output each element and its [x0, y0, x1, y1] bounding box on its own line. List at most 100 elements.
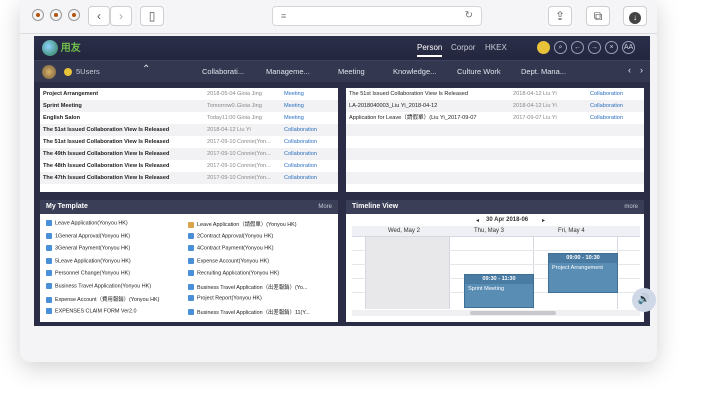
cell-title[interactable]: Application for Leave（請假單）(Liu Yi_2017-0… — [349, 112, 509, 124]
form-icon — [188, 257, 194, 264]
list-item[interactable]: The 47th Issued Collaboration View Is Re… — [40, 172, 338, 184]
form-icon — [46, 245, 52, 251]
nav-item-meeting[interactable]: Meeting — [338, 67, 365, 76]
minimize-window-icon[interactable] — [50, 9, 62, 21]
list-item[interactable]: English Salon Today11:00 Gioia Jing Meeting — [40, 112, 338, 124]
chevron-right-icon[interactable]: › — [640, 65, 643, 75]
nav-item-dept-management[interactable]: Dept. Mana... — [521, 67, 566, 76]
logo-icon — [42, 40, 58, 57]
template-item[interactable]: Business Travel Application(Yonyou HK) — [46, 282, 186, 289]
chevron-left-icon[interactable]: ‹ — [628, 65, 631, 75]
back-button[interactable]: ‹ — [88, 6, 110, 26]
cell-type: Collaboration — [590, 103, 623, 109]
cell-title[interactable]: The 49th Issued Collaboration View Is Re… — [43, 148, 203, 160]
list-item[interactable]: Application for Leave（請假單）(Liu Yi_2017-0… — [346, 112, 644, 124]
forward-icon[interactable]: → — [588, 41, 601, 54]
template-item[interactable]: 4Contract Payment(Yonyou HK) — [188, 245, 328, 251]
home-icon[interactable]: ⌃ — [142, 64, 150, 75]
template-item[interactable]: Leave Application（請假單）(Yonyou HK) — [188, 220, 328, 228]
template-item[interactable]: Business Travel Application（出差報銷）11(Y... — [188, 308, 328, 316]
timeline-event[interactable]: 09:00 - 10:30 Project Arrangement — [548, 253, 618, 293]
cell-date: 2017-09-10 — [207, 163, 236, 169]
template-label: Expense Account（費用報銷）(Yonyou HK) — [55, 297, 160, 303]
list-item[interactable]: The 51st Issued Collaboration View Is Re… — [40, 136, 338, 148]
tab-person[interactable]: Person — [417, 43, 443, 57]
list-item[interactable]: The 51st Issued Collaboration View Is Re… — [346, 88, 644, 100]
template-item[interactable]: Recruiting Application(Yonyou HK) — [188, 270, 328, 276]
cell-title[interactable]: The 51st Issued Collaboration View Is Re… — [349, 88, 509, 100]
template-item[interactable]: 3General Payment(Yonyou HK) — [46, 245, 186, 251]
cell-title[interactable]: Sprint Meeting — [43, 100, 203, 112]
reload-icon[interactable]: ↻ — [465, 10, 473, 21]
list-item[interactable]: The 51st Issued Collaboration View Is Re… — [40, 124, 338, 136]
tab-corporate[interactable]: Corpor — [451, 43, 475, 52]
template-item[interactable]: Personnel Change(Yonyou HK) — [46, 270, 186, 276]
cell-title[interactable]: English Salon — [43, 112, 203, 124]
tab-hkex[interactable]: HKEX — [485, 43, 507, 52]
template-item[interactable]: 2Contract Approval(Yonyou HK) — [188, 232, 328, 239]
list-item[interactable]: Project Arrangement 2018-05-04 Gioia Jing M… — [40, 88, 338, 100]
ring-icon[interactable] — [537, 41, 550, 54]
list-item[interactable]: LA-2018040003_Liu Yi_2018-04-12 2018-04-1… — [346, 100, 644, 112]
cell-date: 2018-04-12 — [513, 103, 542, 109]
template-label: Project Report(Yonyou HK) — [197, 295, 262, 302]
template-item[interactable]: Expense Account(Yonyou HK) — [188, 257, 328, 264]
tabs-button[interactable]: ⧉ — [586, 6, 610, 26]
address-bar[interactable]: ≡ ↻ — [272, 6, 482, 26]
template-item[interactable]: Leave Application(Yonyou HK) — [46, 220, 186, 226]
nav-item-collaboration[interactable]: Collaborati... — [202, 67, 244, 76]
nav-item-knowledge[interactable]: Knowledge... — [393, 67, 436, 76]
cell-title[interactable]: LA-2018040003_Liu Yi_2018-04-12 — [349, 100, 509, 112]
list-item[interactable]: The 48th Issued Collaboration View Is Re… — [40, 160, 338, 172]
cell-title[interactable]: The 51st Issued Collaboration View Is Re… — [43, 124, 203, 136]
close-icon[interactable]: × — [605, 41, 618, 54]
cell-person: Liu Yi — [543, 91, 557, 97]
template-item[interactable]: Business Travel Application（出差報銷）(Yo... — [188, 283, 328, 291]
timeline-scrollbar[interactable] — [352, 310, 640, 316]
event-title: Project Arrangement — [552, 265, 603, 271]
form-icon — [188, 221, 194, 228]
template-item[interactable]: EXPENSES CLAIM FORM Ver2.0 — [46, 307, 186, 314]
next-range-icon[interactable]: ▸ — [542, 217, 545, 224]
download-button[interactable]: ↓ — [623, 6, 647, 26]
list-item[interactable]: Sprint Meeting Tomorrow0... Gioia Jing Meet… — [40, 100, 338, 112]
avatar[interactable] — [42, 65, 56, 79]
cell-person: Liu Yi — [543, 103, 557, 109]
template-item[interactable]: Project Report(Yonyou HK) — [188, 295, 328, 301]
list-item[interactable]: The 49th Issued Collaboration View Is Re… — [40, 148, 338, 160]
scrollbar-thumb[interactable] — [470, 311, 556, 315]
close-window-icon[interactable] — [32, 9, 44, 21]
timeline-event[interactable]: 09:30 - 11:30 Sprint Meeting — [464, 274, 534, 308]
nav-item-management[interactable]: Manageme... — [266, 67, 310, 76]
logo-text: 用友 — [60, 43, 81, 54]
speaker-icon[interactable]: 🔊 — [632, 288, 656, 312]
font-size-icon[interactable]: AA — [622, 41, 635, 54]
cell-date: Today11:00 — [207, 115, 236, 121]
more-link[interactable]: more — [624, 200, 638, 214]
cell-title[interactable]: The 48th Issued Collaboration View Is Re… — [43, 160, 203, 172]
cell-title[interactable]: Project Arrangement — [43, 88, 203, 100]
panel-title: My Template — [46, 203, 88, 210]
cell-type: Collaboration — [284, 151, 317, 157]
event-time: 09:00 - 10:30 — [549, 254, 617, 263]
template-label: 2Contract Approval(Yonyou HK) — [197, 232, 274, 239]
cell-title[interactable]: The 47th Issued Collaboration View Is Re… — [43, 172, 203, 184]
forward-button[interactable]: › — [110, 6, 132, 26]
sidebar-button[interactable]: ▯ — [140, 6, 164, 26]
template-item[interactable]: Expense Account（費用報銷）(Yonyou HK) — [46, 295, 186, 303]
more-link[interactable]: More — [318, 200, 332, 214]
nav-item-culture-work[interactable]: Culture Work — [457, 67, 501, 76]
cell-title[interactable]: The 51st Issued Collaboration View Is Re… — [43, 136, 203, 148]
user-count[interactable]: 5Users — [76, 67, 100, 76]
zoom-window-icon[interactable] — [68, 9, 80, 21]
share-button[interactable]: ⇪ — [548, 6, 572, 26]
cell-type: Collaboration — [284, 127, 317, 133]
template-item[interactable]: 5Leave Application(Yonyou HK) — [46, 257, 186, 264]
search-icon[interactable]: ⌕ — [554, 41, 567, 54]
form-icon — [188, 270, 194, 276]
sidebar-icon: ▯ — [148, 9, 156, 23]
template-item[interactable]: 1General Approval(Yonyou HK) — [46, 232, 186, 239]
prev-range-icon[interactable]: ◂ — [476, 217, 479, 224]
cell-person: Liu Yi — [237, 127, 251, 133]
back-icon[interactable]: ← — [571, 41, 584, 54]
